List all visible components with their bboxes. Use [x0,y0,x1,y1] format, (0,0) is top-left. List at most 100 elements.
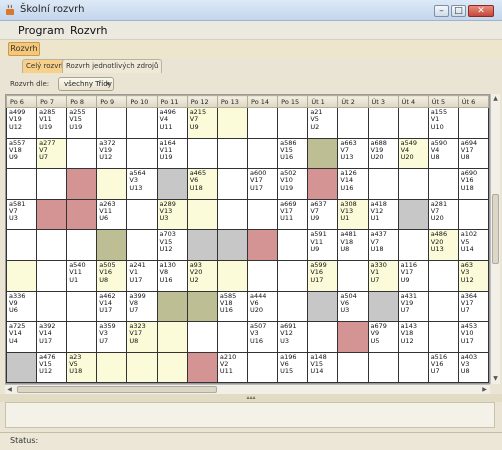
schedule-cell[interactable] [96,229,128,261]
schedule-cell[interactable] [36,229,68,261]
schedule-cell[interactable] [246,107,279,139]
schedule-cell[interactable] [307,137,339,170]
schedule-cell[interactable]: a277 V7 U7 [36,137,68,170]
schedule-cell[interactable]: a691 V12 U3 [277,321,309,353]
schedule-cell[interactable]: a581 V7 U3 [6,198,38,231]
schedule-cell[interactable]: a241 V1 U17 [126,259,158,292]
schedule-cell[interactable]: a496 V4 U11 [156,107,188,139]
schedule-cell[interactable] [246,198,279,231]
schedule-cell[interactable]: a690 V16 U18 [457,168,489,200]
schedule-cell[interactable]: a557 V18 U9 [6,137,38,170]
schedule-cell[interactable]: a590 V4 U8 [427,137,459,170]
schedule-cell[interactable] [66,137,98,170]
schedule-cell[interactable] [126,229,158,261]
schedule-cell[interactable] [307,321,339,353]
schedule-cell[interactable] [216,259,249,292]
schedule-cell[interactable] [216,168,249,200]
schedule-cell[interactable]: a399 V8 U7 [126,290,158,323]
schedule-cell[interactable]: a116 V17 U9 [397,259,429,292]
schedule-cell[interactable]: a330 V1 U7 [367,259,399,292]
schedule-cell[interactable] [337,351,369,383]
schedule-cell[interactable] [216,321,249,353]
schedule-cell[interactable] [36,168,68,200]
schedule-cell[interactable]: a486 V20 U13 [427,229,459,261]
schedule-cell[interactable] [397,107,429,139]
schedule-cell[interactable] [397,198,429,231]
schedule-cell[interactable]: a694 V17 U8 [457,137,489,170]
schedule-cell[interactable] [126,351,158,383]
close-button[interactable]: ✕ [468,5,494,17]
schedule-cell[interactable] [66,168,98,200]
schedule-cell[interactable] [216,107,249,139]
split-pane-divider[interactable]: ▴▴▴ [0,394,502,402]
schedule-cell[interactable] [156,321,188,353]
schedule-cell[interactable] [216,137,249,170]
maximize-button[interactable]: □ [451,5,466,17]
scroll-left-icon[interactable]: ◀ [5,385,14,394]
schedule-cell[interactable] [36,290,68,323]
scroll-right-icon[interactable]: ▶ [480,385,489,394]
schedule-cell[interactable] [186,351,218,383]
schedule-cell[interactable] [367,107,399,139]
schedule-cell[interactable]: a143 V18 U12 [397,321,429,353]
schedule-cell[interactable]: a476 V15 U12 [36,351,68,383]
schedule-cell[interactable]: a359 V3 U7 [96,321,128,353]
schedule-cell[interactable]: a148 V15 U14 [307,351,339,383]
schedule-cell[interactable] [96,351,128,383]
schedule-cell[interactable]: a102 V5 U14 [457,229,489,261]
schedule-cell[interactable]: a637 V7 U9 [307,198,339,231]
schedule-cell[interactable]: a688 V19 U20 [367,137,399,170]
schedule-cell[interactable]: a591 V11 U9 [307,229,339,261]
schedule-cell[interactable]: a599 V16 U17 [307,259,339,292]
schedule-cell[interactable] [246,137,279,170]
schedule-cell[interactable]: a465 V6 U18 [186,168,218,200]
schedule-cell[interactable]: a418 V12 U1 [367,198,399,231]
filter-select[interactable]: všechny Třídy ▾ [58,77,114,91]
schedule-cell[interactable]: a336 V9 U6 [6,290,38,323]
schedule-cell[interactable] [126,107,158,139]
schedule-cell[interactable] [36,259,68,292]
schedule-cell[interactable]: a564 V3 U13 [126,168,158,200]
schedule-cell[interactable]: a453 V10 U17 [457,321,489,353]
schedule-cell[interactable]: a499 V19 U12 [6,107,38,139]
schedule-cell[interactable] [367,168,399,200]
scroll-up-icon[interactable]: ▲ [491,94,500,103]
schedule-cell[interactable]: a504 V6 U3 [337,290,369,323]
schedule-cell[interactable] [6,259,38,292]
schedule-cell[interactable] [307,290,339,323]
schedule-cell[interactable]: a586 V15 U16 [277,137,309,170]
menu-program[interactable]: Program [18,24,64,37]
schedule-cell[interactable]: a23 V5 U18 [66,351,98,383]
schedule-cell[interactable] [66,198,98,231]
schedule-cell[interactable]: a285 V11 U19 [36,107,68,139]
schedule-cell[interactable] [246,229,279,261]
schedule-cell[interactable]: a323 V17 U8 [126,321,158,353]
schedule-cell[interactable]: a392 V14 U17 [36,321,68,353]
schedule-cell[interactable] [337,107,369,139]
schedule-cell[interactable]: a164 V11 U19 [156,137,188,170]
schedule-cell[interactable] [397,351,429,383]
schedule-cell[interactable]: a93 V20 U2 [186,259,218,292]
schedule-cell[interactable] [66,290,98,323]
schedule-cell[interactable]: a155 V1 U10 [427,107,459,139]
schedule-cell[interactable] [156,168,188,200]
schedule-cell[interactable]: a481 V18 U8 [337,229,369,261]
menu-rozvrh[interactable]: Rozvrh [70,24,107,37]
schedule-cell[interactable] [277,229,309,261]
schedule-cell[interactable]: a540 V11 U1 [66,259,98,292]
schedule-cell[interactable] [277,290,309,323]
schedule-cell[interactable]: a215 V7 U9 [186,107,218,139]
schedule-cell[interactable] [457,107,489,139]
schedule-cell[interactable] [307,168,339,200]
schedule-cell[interactable] [186,137,218,170]
title-bar[interactable]: Školní rozvrh – □ ✕ [0,0,502,21]
schedule-cell[interactable] [126,137,158,170]
schedule-cell[interactable]: a669 V17 U11 [277,198,309,231]
schedule-cell[interactable]: a21 V5 U2 [307,107,339,139]
horizontal-scrollbar[interactable]: ◀ ▶ [5,384,490,394]
schedule-cell[interactable]: a403 V3 U8 [457,351,489,383]
schedule-cell[interactable]: a679 V9 U5 [367,321,399,353]
schedule-cell[interactable]: a585 V18 U16 [216,290,249,323]
schedule-cell[interactable] [216,198,249,231]
schedule-cell[interactable]: a600 V17 U17 [246,168,279,200]
